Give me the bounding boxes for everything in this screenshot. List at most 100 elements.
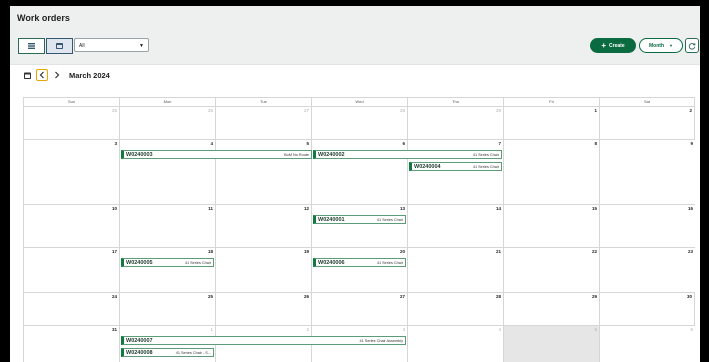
day-cell[interactable]: 25: [23, 107, 119, 139]
dow-sun: Sun: [23, 98, 119, 106]
day-number: 29: [495, 108, 501, 113]
work-order-event[interactable]: W0240001 41 Series Chair: [313, 215, 406, 224]
day-number: 28: [399, 108, 405, 113]
day-number: 29: [591, 294, 597, 299]
day-number: 6: [402, 141, 405, 146]
day-cell[interactable]: 17: [23, 248, 119, 292]
day-cell[interactable]: 21: [407, 248, 503, 292]
day-number: 7: [498, 141, 501, 146]
day-cell[interactable]: 24: [23, 293, 119, 325]
day-cell[interactable]: 10: [23, 205, 119, 247]
day-number: 1: [210, 327, 213, 332]
week-row: 24 25 26 27 28 29 30: [23, 292, 695, 325]
work-order-event[interactable]: W0240005 41 Series Chair: [121, 258, 214, 267]
day-cell[interactable]: 15: [503, 205, 599, 247]
day-number: 10: [111, 206, 117, 211]
week-row: 31 1 2 3 4 5 6 W0240007 41 Series Chair …: [23, 325, 695, 362]
month-calendar: Sun Mon Tue Wed Thu Fri Sat 25 26 27 28 …: [23, 97, 695, 362]
day-number: 3: [402, 327, 405, 332]
day-cell[interactable]: 13: [311, 205, 407, 247]
view-toggle: [18, 38, 73, 54]
week-row: 3 4 5 6 7 8 9 W0240003 BoM No Route W024…: [23, 139, 695, 204]
day-cell[interactable]: 3: [23, 140, 119, 204]
day-number: 11: [208, 206, 213, 211]
event-description: 41 Series Chair: [376, 260, 403, 265]
day-cell[interactable]: 30: [599, 293, 695, 325]
day-cell[interactable]: 26: [119, 107, 215, 139]
day-cell[interactable]: 6: [599, 326, 695, 362]
day-cell[interactable]: 29: [503, 293, 599, 325]
day-number: 30: [686, 294, 692, 299]
day-number: 5: [594, 327, 597, 332]
chevron-right-icon: [55, 71, 60, 79]
event-id: W0240006: [318, 259, 345, 266]
work-order-event[interactable]: W0240008 41 Series Chair - S...: [121, 348, 214, 357]
day-number: 1: [594, 108, 597, 113]
month-label: Month: [649, 42, 665, 49]
day-cell[interactable]: 1: [503, 107, 599, 139]
day-cell[interactable]: 11: [119, 205, 215, 247]
day-cell[interactable]: 18: [119, 248, 215, 292]
work-order-event[interactable]: W0240003 BoM No Route: [121, 150, 312, 159]
list-view-button[interactable]: [18, 38, 45, 54]
week-row: 10 11 12 13 14 15 16 W0240001 41 Series …: [23, 204, 695, 247]
filter-select[interactable]: All ▼: [74, 38, 149, 52]
day-number: 26: [207, 108, 213, 113]
day-cell[interactable]: 31: [23, 326, 119, 362]
day-number: 15: [591, 206, 597, 211]
day-cell[interactable]: 22: [503, 248, 599, 292]
day-cell[interactable]: 27: [311, 293, 407, 325]
refresh-button[interactable]: [685, 38, 699, 53]
day-cell[interactable]: 12: [215, 205, 311, 247]
day-cell[interactable]: 4: [407, 326, 503, 362]
event-description: 41 Series Chair: [472, 164, 499, 169]
day-cell[interactable]: 8: [503, 140, 599, 204]
day-number: 28: [495, 294, 501, 299]
day-cell[interactable]: 2: [599, 107, 695, 139]
page-title: Work orders: [17, 13, 70, 23]
day-cell[interactable]: 26: [215, 293, 311, 325]
work-order-event[interactable]: W0240006 41 Series Chair: [313, 258, 406, 267]
event-id: W0240008: [126, 349, 153, 356]
month-view-dropdown[interactable]: Month ▼: [639, 38, 683, 53]
day-number: 25: [207, 294, 213, 299]
day-of-week-header: Sun Mon Tue Wed Thu Fri Sat: [23, 97, 695, 106]
plus-icon: +: [601, 40, 607, 50]
dow-thu: Thu: [407, 98, 503, 106]
refresh-icon: [688, 42, 696, 50]
day-cell[interactable]: 14: [407, 205, 503, 247]
work-order-event[interactable]: W0240007 41 Series Chair Assembly: [121, 336, 406, 345]
day-cell[interactable]: 28: [311, 107, 407, 139]
event-id: W0240002: [318, 151, 345, 158]
day-number: 18: [207, 249, 213, 254]
day-cell[interactable]: 20: [311, 248, 407, 292]
next-month-button[interactable]: [51, 69, 63, 81]
day-cell[interactable]: 5: [503, 326, 599, 362]
day-cell[interactable]: 23: [599, 248, 695, 292]
create-label: Create: [609, 42, 625, 49]
work-order-event[interactable]: W0240004 41 Series Chair: [409, 162, 502, 171]
create-button[interactable]: + Create: [590, 38, 636, 53]
previous-month-button[interactable]: [36, 69, 48, 81]
day-cell[interactable]: 25: [119, 293, 215, 325]
work-order-event[interactable]: W0240002 41 Series Chair: [313, 150, 502, 159]
calendar-view-button[interactable]: [46, 38, 73, 54]
day-number: 25: [111, 108, 117, 113]
app-window: Work orders All ▼ + Create Month ▼ March…: [10, 6, 700, 362]
list-icon: [28, 43, 35, 49]
day-cell[interactable]: 27: [215, 107, 311, 139]
dow-fri: Fri: [503, 98, 599, 106]
day-cell[interactable]: 19: [215, 248, 311, 292]
day-cell[interactable]: 28: [407, 293, 503, 325]
day-cell[interactable]: 29: [407, 107, 503, 139]
day-number: 13: [399, 206, 405, 211]
day-cell[interactable]: 9: [599, 140, 695, 204]
week-row: 25 26 27 28 29 1 2: [23, 106, 695, 139]
dow-wed: Wed: [311, 98, 407, 106]
day-number: 26: [303, 294, 309, 299]
chevron-down-icon: ▼: [669, 43, 673, 48]
dow-sat: Sat: [599, 98, 695, 106]
event-description: 41 Series Chair: [184, 260, 211, 265]
day-cell[interactable]: 16: [599, 205, 695, 247]
day-number: 8: [594, 141, 597, 146]
